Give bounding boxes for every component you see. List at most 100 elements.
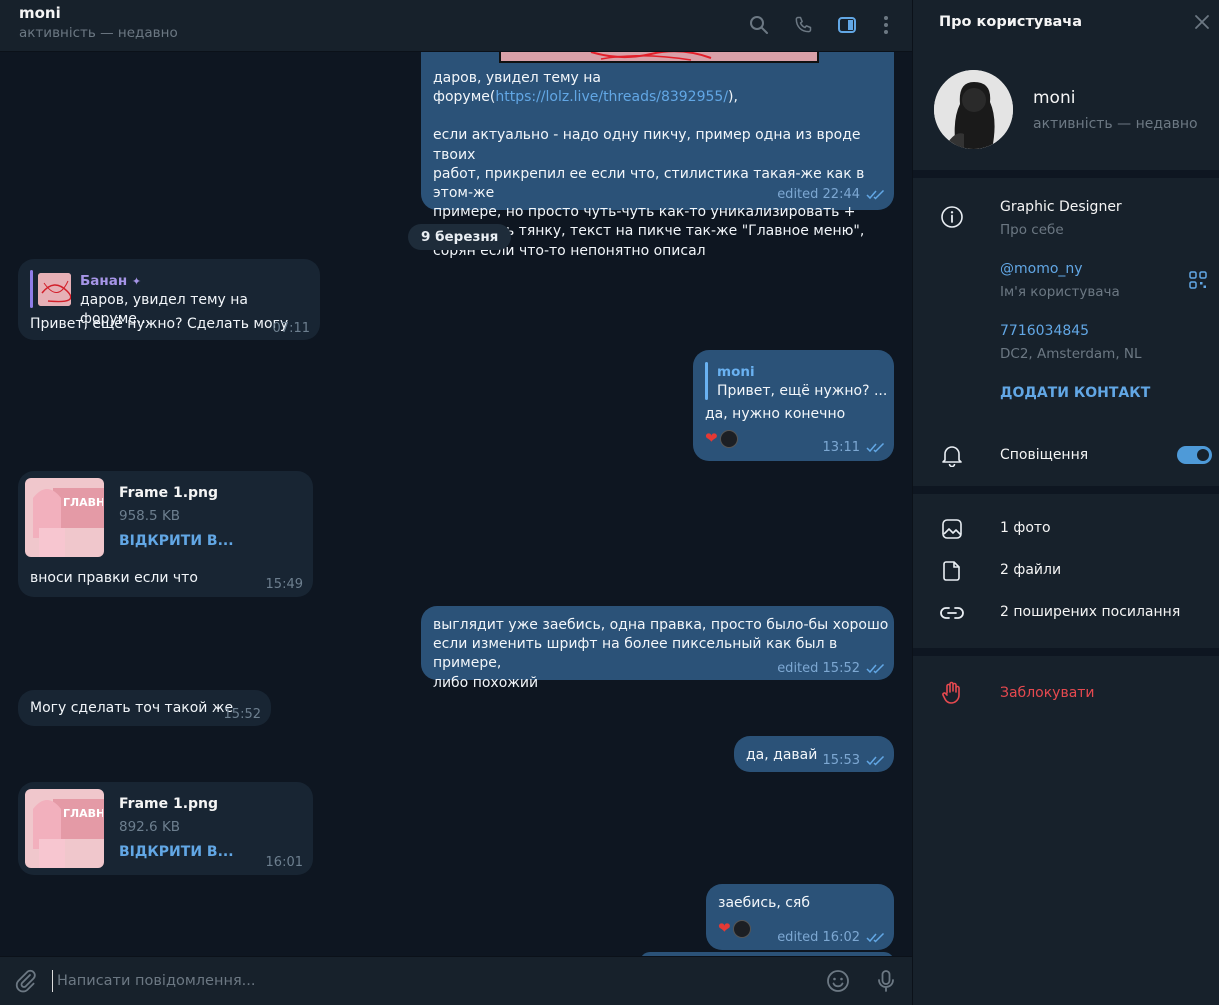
microphone-icon[interactable] <box>874 969 898 993</box>
reply-thumbnail <box>38 273 71 306</box>
message-incoming[interactable]: Банан ✦ даров, увидел тему на форуме... … <box>18 259 320 340</box>
message-meta: edited 15:52 <box>777 659 886 678</box>
thumbnail-text: ГЛАВН МЕ <box>63 807 103 820</box>
shared-files-link[interactable]: 2 файли <box>1000 562 1061 578</box>
date-separator: 9 березня <box>408 224 512 250</box>
message-time: 07:11 <box>272 321 310 336</box>
more-vertical-icon[interactable] <box>874 13 898 37</box>
file-size: 958.5 KB <box>119 508 181 524</box>
read-checks-icon <box>866 663 885 674</box>
message-text: если актуально - надо одну пикчу, пример… <box>433 127 861 163</box>
search-icon[interactable] <box>747 13 771 37</box>
message-text: ), <box>728 89 738 106</box>
avatar <box>719 429 738 448</box>
link-icon <box>940 601 964 625</box>
reply-bar <box>30 270 33 308</box>
message-text: Привет, ещё нужно? Сделать могу <box>30 316 289 332</box>
block-hand-icon <box>940 681 964 705</box>
shared-photos-link[interactable]: 1 фото <box>1000 520 1051 536</box>
emoji-icon[interactable] <box>826 969 850 993</box>
message-outgoing[interactable]: выглядит уже заебись, одна правка, прост… <box>421 606 894 691</box>
open-with-button[interactable]: ВІДКРИТИ В... <box>119 843 234 862</box>
message-outgoing[interactable]: даров, увидел тему на форуме(https://lol… <box>421 52 894 259</box>
phone-number[interactable]: 7716034845 <box>1000 323 1089 339</box>
chat-title[interactable]: moni <box>19 4 61 22</box>
avatar <box>732 919 751 938</box>
reply-text: Привет, ещё нужно? ... <box>717 383 888 399</box>
heart-reaction-icon: ❤ <box>705 429 718 447</box>
add-contact-button[interactable]: ДОДАТИ КОНТАКТ <box>1000 385 1150 401</box>
message-text: да, нужно конечно <box>705 406 846 422</box>
chat-status: активність — недавно <box>19 25 178 41</box>
reply-author[interactable]: moni <box>717 363 755 382</box>
section-divider <box>913 170 1219 178</box>
reaction[interactable]: ❤ <box>718 919 751 938</box>
section-divider <box>913 648 1219 656</box>
reply-bar <box>705 362 708 400</box>
message-time: 16:01 <box>265 855 303 870</box>
panel-title: Про користувача <box>939 14 1083 30</box>
image-preview-cropped[interactable] <box>499 52 819 63</box>
message-incoming[interactable]: Могу сделать точ такой же 15:52 <box>18 690 271 726</box>
image-icon <box>940 517 964 541</box>
bell-icon <box>940 443 964 467</box>
read-checks-icon <box>866 442 885 453</box>
open-with-button[interactable]: ВІДКРИТИ В... <box>119 532 234 551</box>
message-input[interactable] <box>52 970 752 992</box>
message-time: edited 15:52 <box>777 661 860 676</box>
read-checks-icon <box>866 755 885 766</box>
chat-header[interactable]: moni активність — недавно <box>0 0 912 52</box>
message-meta: 13:11 <box>823 438 886 457</box>
profile-name: moni <box>1033 88 1076 108</box>
file-name: Frame 1.png <box>119 796 219 812</box>
sidebar-toggle-icon[interactable] <box>835 13 859 37</box>
notifications-toggle[interactable] <box>1177 446 1212 464</box>
message-outgoing[interactable]: moni Привет, ещё нужно? ... да, нужно ко… <box>693 350 894 461</box>
file-thumbnail[interactable]: ГЛАВН МЕ <box>25 789 104 868</box>
datacenter-info: DC2, Amsterdam, NL <box>1000 346 1142 362</box>
message-time: 13:11 <box>822 440 860 455</box>
file-icon <box>940 559 964 583</box>
telegram-window: moni активність — недавно даров, увидел … <box>0 0 1219 1005</box>
forum-link[interactable]: https://lolz.live/threads/8392955/ <box>495 89 728 105</box>
phone-icon[interactable] <box>791 13 815 37</box>
message-incoming-file[interactable]: ГЛАВН МЕ Frame 1.png 892.6 KB ВІДКРИТИ В… <box>18 782 313 875</box>
user-info-panel: Про користувача moni активність — недавн… <box>912 0 1219 1005</box>
avatar[interactable] <box>934 70 1013 149</box>
message-outgoing[interactable]: заебись, сяб ❤ edited 16:02 <box>706 884 894 950</box>
username-label: Ім'я користувача <box>1000 284 1120 300</box>
paperclip-icon[interactable] <box>14 969 38 993</box>
file-thumbnail[interactable]: ГЛАВН МЕ <box>25 478 104 557</box>
message-time: 15:53 <box>822 753 860 768</box>
message-time: edited 22:44 <box>777 187 860 202</box>
message-composer <box>0 956 912 1005</box>
thumbnail-text: ГЛАВН МЕ <box>63 496 103 509</box>
message-meta: edited 22:44 <box>777 185 886 204</box>
message-meta: edited 16:02 <box>777 928 886 947</box>
qr-code-icon[interactable] <box>1189 271 1207 289</box>
shared-links-link[interactable]: 2 поширених посилання <box>1000 604 1180 620</box>
file-size: 892.6 KB <box>119 819 181 835</box>
block-user-button[interactable]: Заблокувати <box>1000 685 1095 701</box>
bio-label: Про себе <box>1000 222 1064 238</box>
message-incoming-file[interactable]: ГЛАВН МЕ Frame 1.png 958.5 KB ВІДКРИТИ В… <box>18 471 313 597</box>
bio-text[interactable]: Graphic Designer <box>1000 199 1122 215</box>
message-time: 15:49 <box>265 577 303 592</box>
message-text: выглядит уже заебись, одна правка, прост… <box>433 617 889 633</box>
username-link[interactable]: @momo_ny <box>1000 261 1083 277</box>
reaction[interactable]: ❤ <box>705 429 738 448</box>
read-checks-icon <box>866 932 885 943</box>
message-list[interactable]: даров, увидел тему на форуме(https://lol… <box>0 52 912 956</box>
chat-area: moni активність — недавно даров, увидел … <box>0 0 912 1005</box>
section-divider <box>913 486 1219 494</box>
close-icon[interactable] <box>1193 13 1213 33</box>
read-checks-icon <box>866 189 885 200</box>
notifications-label: Сповіщення <box>1000 447 1089 463</box>
info-icon <box>940 205 964 229</box>
message-outgoing[interactable]: да, давай 15:53 <box>734 736 894 772</box>
reply-author[interactable]: Банан ✦ <box>80 272 141 291</box>
profile-status: активність — недавно <box>1033 116 1198 132</box>
message-text: да, давай <box>746 747 818 763</box>
message-time: 15:52 <box>223 707 261 722</box>
heart-reaction-icon: ❤ <box>718 919 731 937</box>
